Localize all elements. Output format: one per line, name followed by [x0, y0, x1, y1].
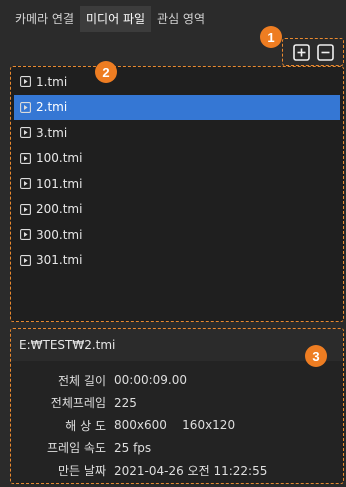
file-name: 101.tmi	[36, 176, 83, 191]
media-file-panel: 카메라 연결 미디어 파일 관심 영역 1.tmi 2.tmi 3.tmi 100.t…	[0, 0, 346, 487]
info-value: 25 fps	[114, 440, 152, 455]
file-list-item[interactable]: 101.tmi	[14, 171, 340, 197]
info-value: 800x600 160x120	[114, 418, 236, 433]
file-info-panel: E:₩TEST₩2.tmi 전체 길이 00:00:09.00 전체프레임 225 해 …	[10, 328, 344, 484]
tab-camera-connection[interactable]: 카메라 연결	[9, 6, 80, 32]
info-label: 전체 길이	[58, 373, 106, 388]
media-file-icon	[20, 203, 31, 215]
file-list-item[interactable]: 301.tmi	[14, 248, 340, 274]
file-list-item[interactable]: 200.tmi	[14, 197, 340, 223]
file-list-item[interactable]: 300.tmi	[14, 222, 340, 248]
info-row: 전체 길이 00:00:09.00	[11, 369, 343, 392]
file-list: 1.tmi 2.tmi 3.tmi 100.tmi 101.tmi 200.tmi 300.…	[14, 69, 340, 273]
file-name: 100.tmi	[36, 151, 83, 166]
file-toolbar	[282, 38, 344, 66]
file-list-item[interactable]: 1.tmi	[14, 69, 340, 95]
media-file-icon	[20, 152, 31, 164]
media-file-icon	[20, 76, 31, 88]
info-row: 해 상 도 800x600 160x120	[11, 414, 343, 437]
media-file-icon	[20, 127, 31, 139]
file-path: E:₩TEST₩2.tmi	[11, 329, 343, 361]
callout-badge-2: 2	[95, 61, 117, 83]
file-list-item[interactable]: 2.tmi	[14, 94, 340, 120]
file-name: 301.tmi	[36, 253, 83, 268]
info-value: 2021-04-26 오전 11:22:55	[114, 463, 268, 478]
info-row: 전체프레임 225	[11, 392, 343, 415]
file-info-rows: 전체 길이 00:00:09.00 전체프레임 225 해 상 도 800x600 160…	[11, 361, 343, 482]
file-name: 200.tmi	[36, 202, 83, 217]
tab-media-files[interactable]: 미디어 파일	[80, 6, 152, 32]
file-name: 1.tmi	[36, 74, 68, 89]
remove-file-button[interactable]	[316, 43, 334, 61]
info-label: 만든 날짜	[58, 463, 106, 478]
info-row: 만든 날짜 2021-04-26 오전 11:22:55	[11, 459, 343, 482]
add-file-button[interactable]	[292, 43, 310, 61]
media-file-icon	[20, 254, 31, 266]
info-value: 00:00:09.00	[114, 373, 187, 388]
info-label: 프레임 속도	[46, 441, 106, 456]
callout-badge-1: 1	[260, 26, 282, 48]
media-file-icon	[20, 229, 31, 241]
tab-bar: 카메라 연결 미디어 파일 관심 영역	[9, 6, 211, 32]
info-row: 프레임 속도 25 fps	[11, 437, 343, 460]
file-name: 3.tmi	[36, 125, 68, 140]
info-label: 전체프레임	[50, 396, 106, 411]
plus-square-icon	[292, 43, 310, 61]
tab-region-of-interest[interactable]: 관심 영역	[151, 6, 211, 32]
file-list-item[interactable]: 100.tmi	[14, 146, 340, 172]
media-file-icon	[20, 101, 31, 113]
minus-square-icon	[316, 43, 334, 61]
callout-badge-3: 3	[305, 345, 327, 367]
media-file-icon	[20, 178, 31, 190]
file-name: 2.tmi	[36, 100, 68, 115]
file-list-panel: 1.tmi 2.tmi 3.tmi 100.tmi 101.tmi 200.tmi 300.…	[10, 66, 344, 322]
info-label: 해 상 도	[65, 418, 106, 433]
file-name: 300.tmi	[36, 227, 83, 242]
file-list-item[interactable]: 3.tmi	[14, 120, 340, 146]
info-value: 225	[114, 395, 137, 410]
